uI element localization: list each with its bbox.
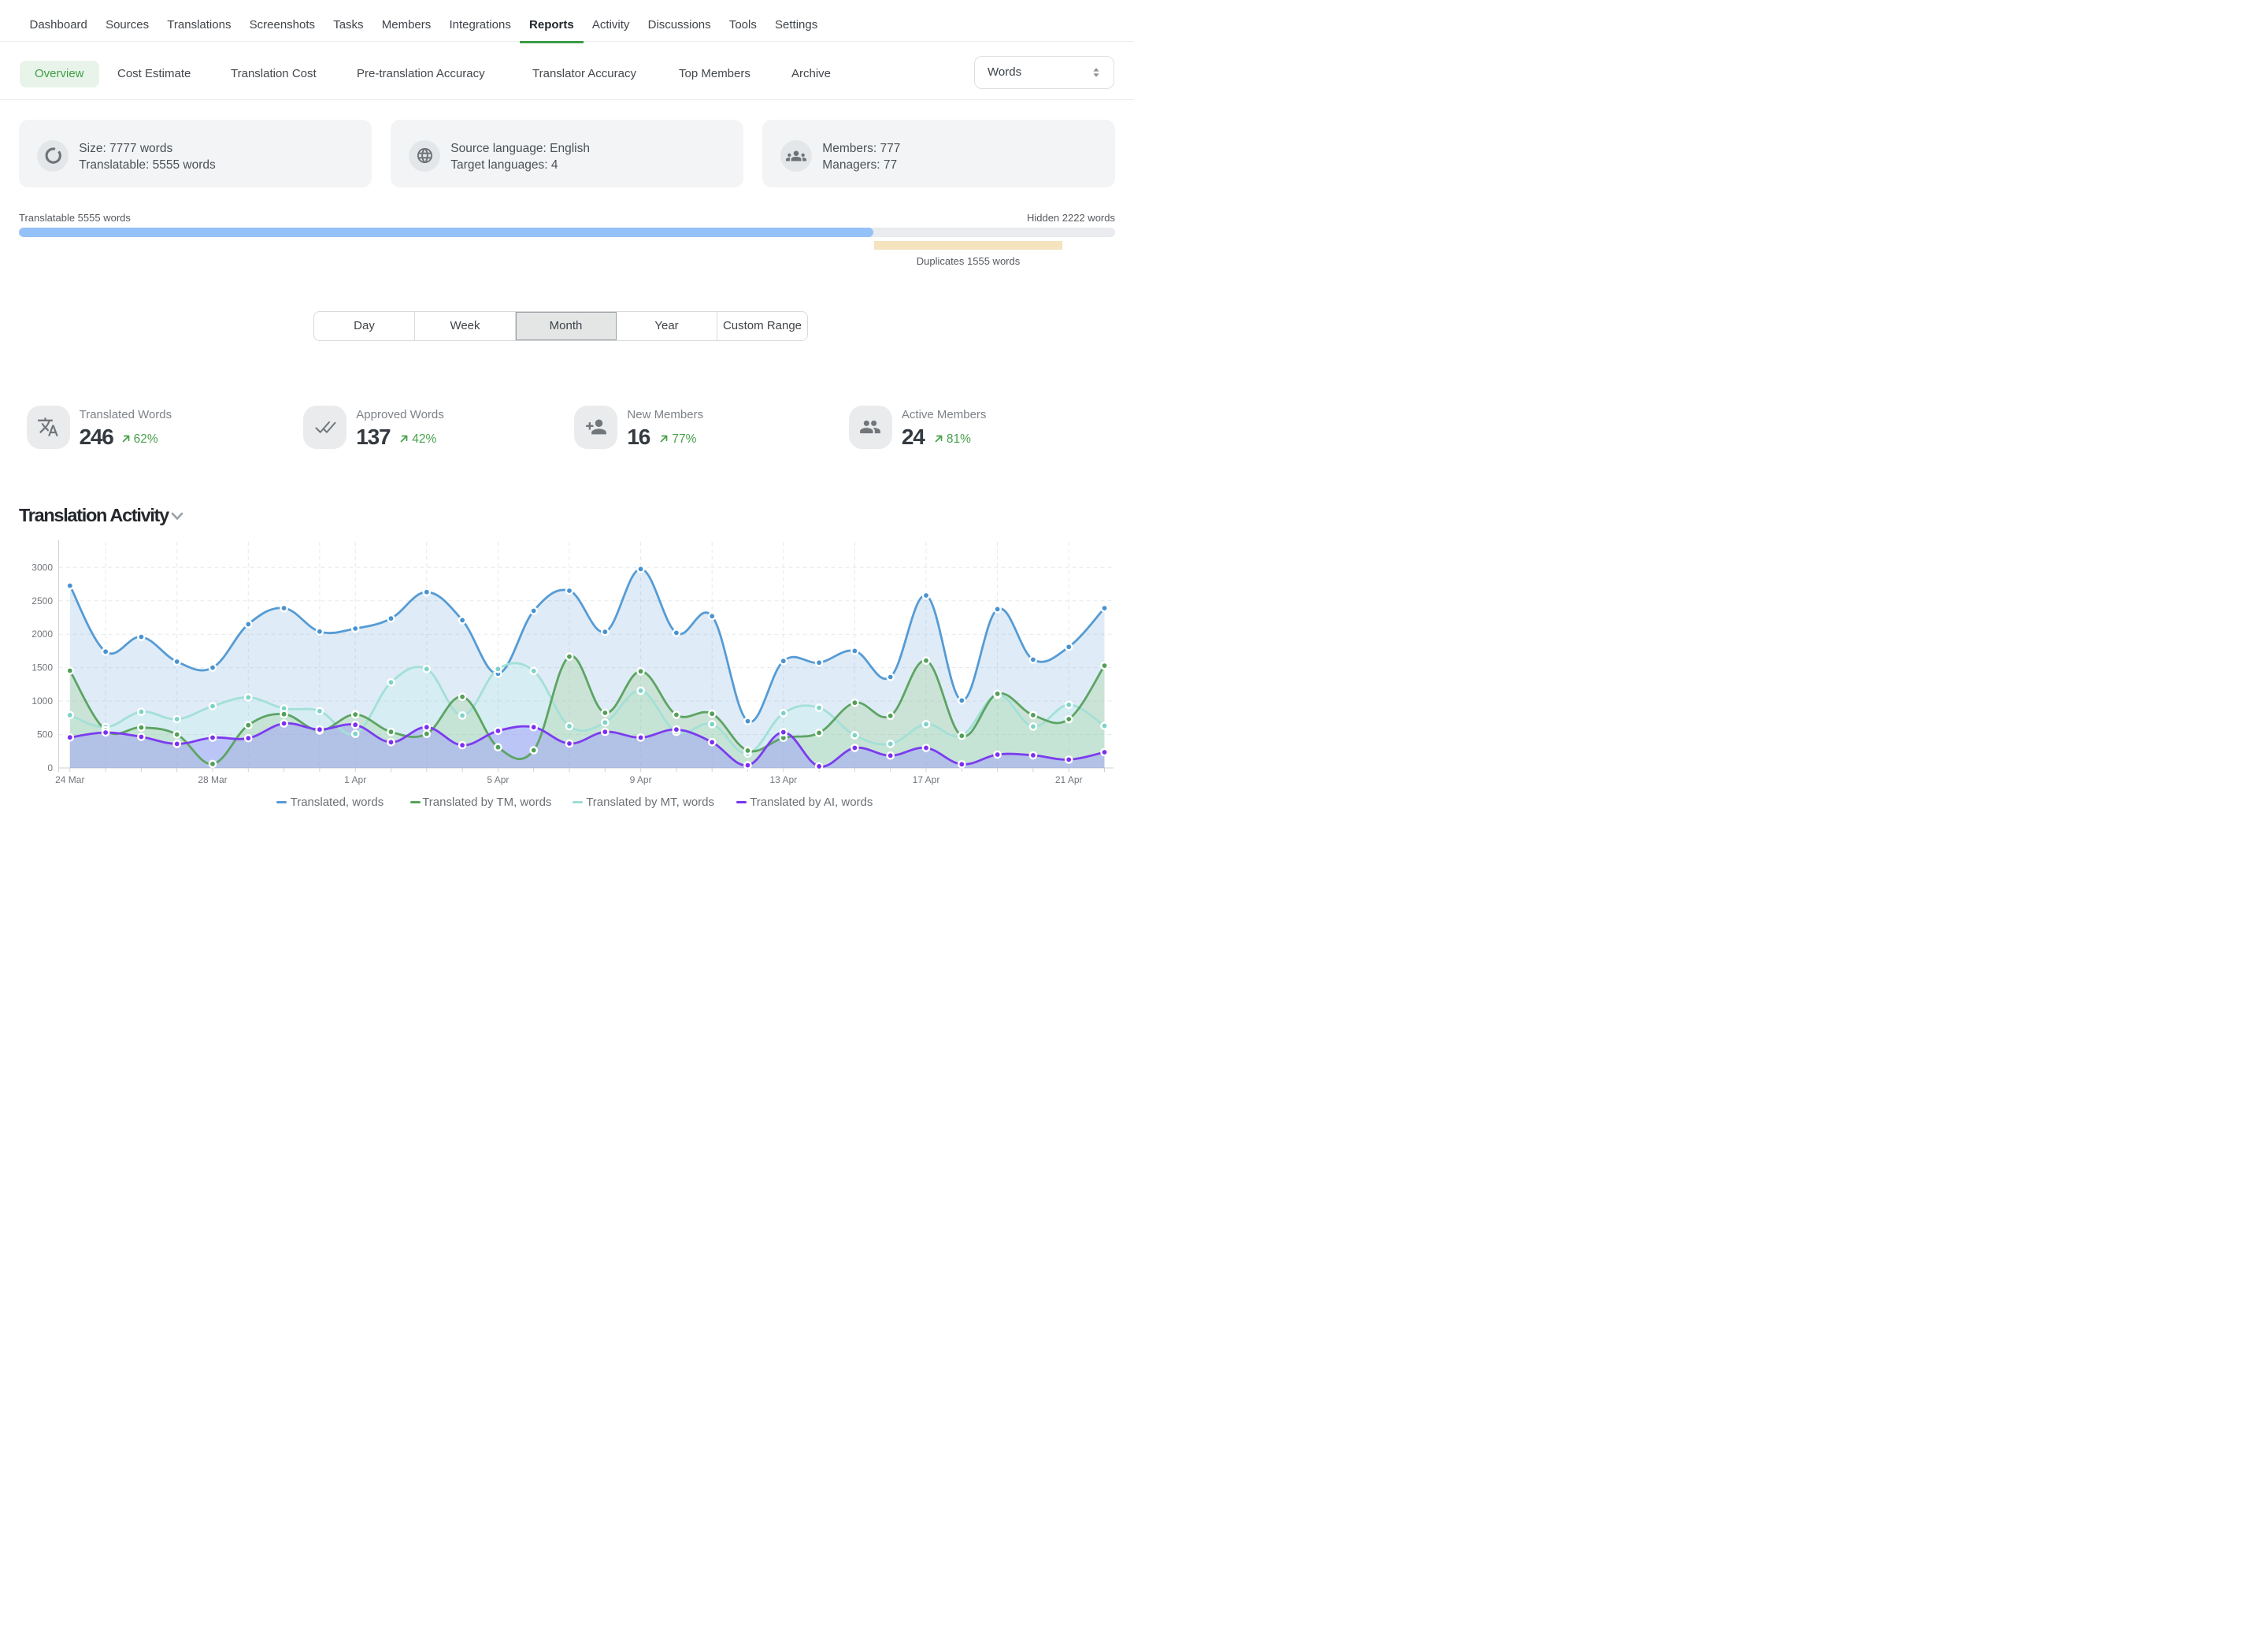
svg-text:1000: 1000 (32, 696, 53, 707)
svg-text:9 Apr: 9 Apr (630, 774, 652, 785)
svg-text:2500: 2500 (32, 595, 53, 606)
svg-text:24 Mar: 24 Mar (55, 774, 84, 785)
svg-text:5 Apr: 5 Apr (487, 774, 509, 785)
svg-text:1 Apr: 1 Apr (344, 774, 366, 785)
svg-text:13 Apr: 13 Apr (769, 774, 797, 785)
svg-text:3000: 3000 (32, 562, 53, 573)
svg-text:21 Apr: 21 Apr (1055, 774, 1083, 785)
svg-text:28 Mar: 28 Mar (198, 774, 227, 785)
svg-text:2000: 2000 (32, 629, 53, 640)
svg-text:1500: 1500 (32, 662, 53, 673)
svg-text:17 Apr: 17 Apr (913, 774, 940, 785)
svg-text:0: 0 (47, 762, 53, 773)
svg-text:500: 500 (37, 729, 53, 740)
